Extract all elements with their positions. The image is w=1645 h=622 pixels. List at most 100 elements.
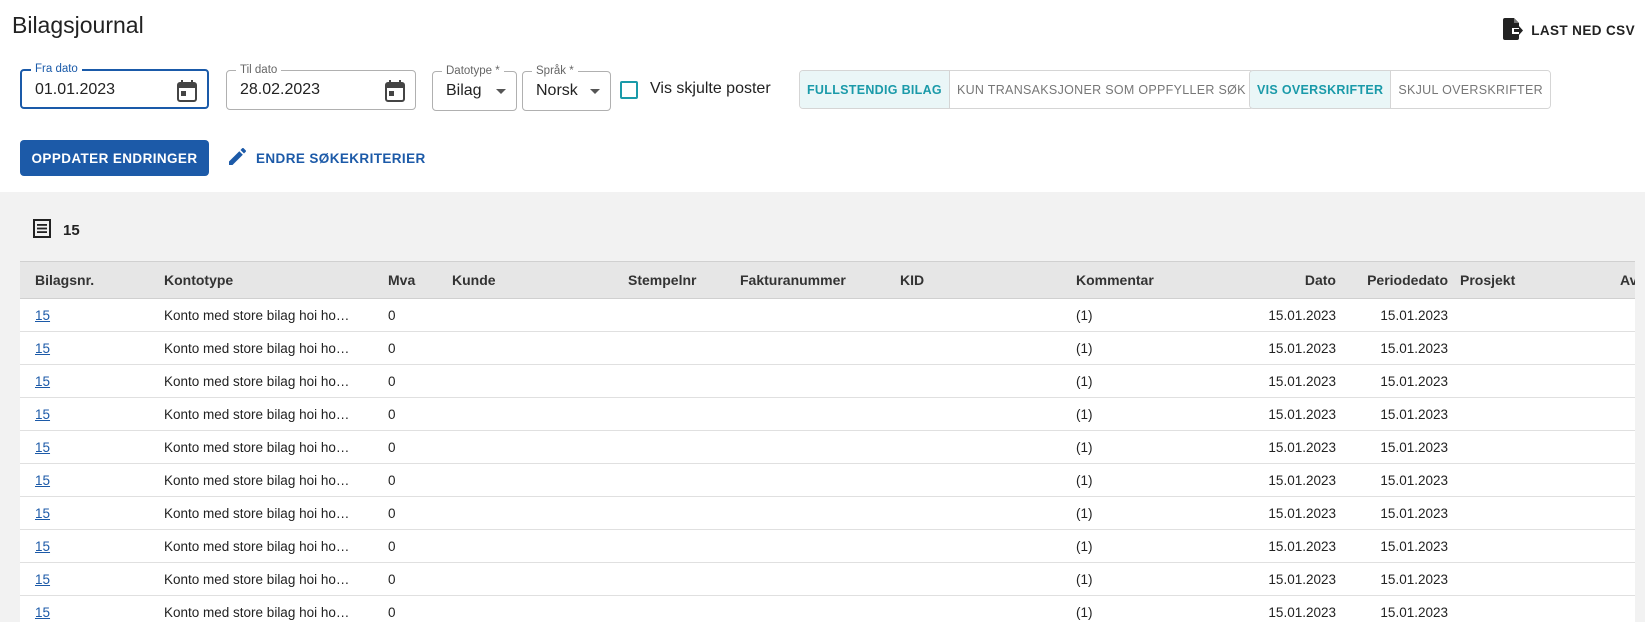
til-dato-label: Til dato — [236, 63, 282, 77]
bilag-link[interactable]: 15 — [35, 308, 50, 323]
result-count: 15 — [33, 219, 80, 242]
kontotype-cell: Konto med store bilag hoi ho… — [164, 340, 350, 356]
dato-cell: 15.01.2023 — [1268, 406, 1336, 422]
kommentar-cell: (1) — [1076, 439, 1093, 455]
bilagsnr-link[interactable]: 15 — [35, 398, 50, 430]
sprak-label: Språk * — [532, 64, 578, 78]
bilag-link[interactable]: 15 — [35, 407, 50, 422]
bilagsnr-link[interactable]: 15 — [35, 299, 50, 331]
periodedato-cell: 15.01.2023 — [1380, 406, 1448, 422]
table-row[interactable]: 15 Konto med store bilag hoi ho… 0 (1) 15.01… — [20, 332, 1635, 365]
fra-dato-label: Fra dato — [31, 62, 82, 76]
column-header[interactable]: Fakturanummer — [740, 262, 846, 298]
bilagsnr-link[interactable]: 15 — [35, 596, 50, 622]
table-row[interactable]: 15 Konto med store bilag hoi ho… 0 (1) 15.01… — [20, 563, 1635, 596]
column-header[interactable]: Kommentar — [1076, 262, 1154, 298]
bilag-link[interactable]: 15 — [35, 440, 50, 455]
toggle-kun-transaksjoner[interactable]: KUN TRANSAKSJONER SOM OPPFYLLER SØK — [949, 71, 1253, 108]
endre-sokekriterier-button[interactable]: ENDRE SØKEKRITERIER — [229, 148, 426, 168]
view-mode-toggle: FULLSTENDIG BILAG KUN TRANSAKSJONER SOM … — [799, 70, 1254, 109]
dato-cell: 15.01.2023 — [1268, 505, 1336, 521]
column-header[interactable]: Stempelnr — [628, 262, 696, 298]
column-header[interactable]: Periodedato — [1367, 262, 1448, 298]
vis-skjulte-label[interactable]: Vis skjulte poster — [650, 80, 771, 98]
column-header[interactable]: Prosjekt — [1460, 262, 1515, 298]
download-csv-label: LAST NED CSV — [1531, 23, 1635, 38]
column-header[interactable]: Av — [1620, 262, 1635, 298]
export-file-icon — [1503, 18, 1524, 43]
til-dato-field[interactable]: Til dato 28.02.2023 — [226, 63, 416, 110]
oppdater-endringer-button[interactable]: OPPDATER ENDRINGER — [20, 140, 209, 176]
table-row[interactable]: 15 Konto med store bilag hoi ho… 0 (1) 15.01… — [20, 299, 1635, 332]
mva-cell: 0 — [388, 373, 396, 389]
periodedato-cell: 15.01.2023 — [1380, 307, 1448, 323]
periodedato-cell: 15.01.2023 — [1380, 604, 1448, 620]
column-header[interactable]: Kunde — [452, 262, 496, 298]
kommentar-cell: (1) — [1076, 307, 1093, 323]
toggle-skjul-overskrifter[interactable]: SKJUL OVERSKRIFTER — [1391, 71, 1550, 108]
bilag-link[interactable]: 15 — [35, 473, 50, 488]
datotype-label: Datotype * — [442, 64, 504, 78]
mva-cell: 0 — [388, 571, 396, 587]
fra-dato-field[interactable]: Fra dato 01.01.2023 — [20, 62, 209, 109]
sprak-value: Norsk — [536, 82, 578, 99]
bilagsnr-link[interactable]: 15 — [35, 431, 50, 463]
bilagsnr-link[interactable]: 15 — [35, 464, 50, 496]
kommentar-cell: (1) — [1076, 340, 1093, 356]
datotype-select[interactable]: Datotype * Bilag — [432, 64, 517, 111]
bilag-link[interactable]: 15 — [35, 572, 50, 587]
kontotype-cell: Konto med store bilag hoi ho… — [164, 571, 350, 587]
list-icon — [33, 219, 51, 242]
column-header[interactable]: Bilagsnr. — [35, 262, 94, 298]
kommentar-cell: (1) — [1076, 604, 1093, 620]
download-csv-button[interactable]: LAST NED CSV — [1503, 18, 1635, 43]
column-header[interactable]: Dato — [1305, 262, 1336, 298]
dato-cell: 15.01.2023 — [1268, 571, 1336, 587]
kontotype-cell: Konto med store bilag hoi ho… — [164, 307, 350, 323]
mva-cell: 0 — [388, 472, 396, 488]
kommentar-cell: (1) — [1076, 406, 1093, 422]
bilag-link[interactable]: 15 — [35, 374, 50, 389]
column-header[interactable]: Mva — [388, 262, 415, 298]
table-row[interactable]: 15 Konto med store bilag hoi ho… 0 (1) 15.01… — [20, 431, 1635, 464]
fra-dato-value: 01.01.2023 — [35, 81, 116, 98]
table-row[interactable]: 15 Konto med store bilag hoi ho… 0 (1) 15.01… — [20, 365, 1635, 398]
dato-cell: 15.01.2023 — [1268, 307, 1336, 323]
toggle-fullstendig-bilag[interactable]: FULLSTENDIG BILAG — [800, 71, 950, 108]
kontotype-cell: Konto med store bilag hoi ho… — [164, 538, 350, 554]
table-row[interactable]: 15 Konto med store bilag hoi ho… 0 (1) 15.01… — [20, 398, 1635, 431]
periodedato-cell: 15.01.2023 — [1380, 472, 1448, 488]
bilag-link[interactable]: 15 — [35, 506, 50, 521]
result-count-value: 15 — [63, 222, 80, 239]
bilagsnr-link[interactable]: 15 — [35, 497, 50, 529]
bilagsnr-link[interactable]: 15 — [35, 365, 50, 397]
bilagsnr-link[interactable]: 15 — [35, 332, 50, 364]
periodedato-cell: 15.01.2023 — [1380, 538, 1448, 554]
table-row[interactable]: 15 Konto med store bilag hoi ho… 0 (1) 15.01… — [20, 530, 1635, 563]
column-header[interactable]: Kontotype — [164, 262, 364, 298]
dato-cell: 15.01.2023 — [1268, 340, 1336, 356]
bilag-link[interactable]: 15 — [35, 605, 50, 620]
periodedato-cell: 15.01.2023 — [1380, 439, 1448, 455]
table-row[interactable]: 15 Konto med store bilag hoi ho… 0 (1) 15.01… — [20, 464, 1635, 497]
bilag-link[interactable]: 15 — [35, 341, 50, 356]
dato-cell: 15.01.2023 — [1268, 538, 1336, 554]
kommentar-cell: (1) — [1076, 571, 1093, 587]
calendar-icon[interactable] — [177, 80, 197, 107]
bilagsnr-link[interactable]: 15 — [35, 530, 50, 562]
sprak-select[interactable]: Språk * Norsk — [522, 64, 611, 111]
toggle-vis-overskrifter[interactable]: VIS OVERSKRIFTER — [1250, 71, 1392, 108]
column-header[interactable]: KID — [900, 262, 924, 298]
kontotype-cell: Konto med store bilag hoi ho… — [164, 439, 350, 455]
kommentar-cell: (1) — [1076, 505, 1093, 521]
calendar-icon[interactable] — [385, 80, 405, 107]
table-row[interactable]: 15 Konto med store bilag hoi ho… 0 (1) 15.01… — [20, 596, 1635, 622]
periodedato-cell: 15.01.2023 — [1380, 340, 1448, 356]
vis-skjulte-checkbox[interactable] — [620, 81, 638, 99]
table-row[interactable]: 15 Konto med store bilag hoi ho… 0 (1) 15.01… — [20, 497, 1635, 530]
dato-cell: 15.01.2023 — [1268, 604, 1336, 620]
bilagsnr-link[interactable]: 15 — [35, 563, 50, 595]
bilag-link[interactable]: 15 — [35, 539, 50, 554]
kontotype-cell: Konto med store bilag hoi ho… — [164, 604, 350, 620]
kommentar-cell: (1) — [1076, 472, 1093, 488]
